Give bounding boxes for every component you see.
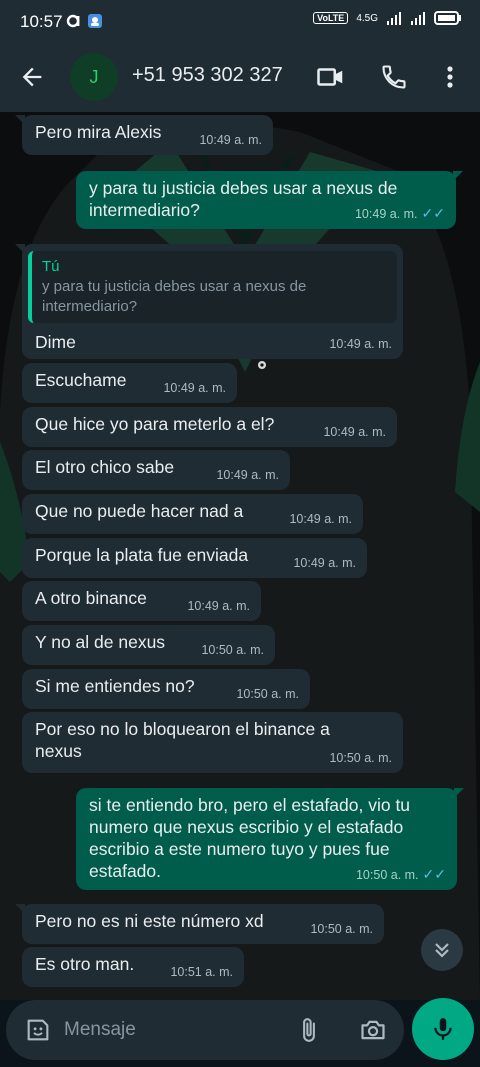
message-text: El otro chico sabe <box>35 457 175 477</box>
message-text: Por eso no lo bloquearon el binance a ne… <box>35 719 330 761</box>
message-text: Porque la plata fue enviada <box>35 545 249 565</box>
message-text: Si me entiendes no? <box>35 676 195 696</box>
message-outgoing[interactable]: y para tu justicia debes usar a nexus de… <box>76 171 463 229</box>
status-time: 10:57 <box>20 12 63 31</box>
bubble-tail <box>15 244 25 254</box>
read-receipt-icon: ✓✓ <box>421 205 445 221</box>
message-time: 10:50 a. m. <box>329 751 392 765</box>
bubble-tail <box>454 788 464 798</box>
volte-badge: VoLTE <box>313 12 349 24</box>
scroll-down-icon <box>435 943 449 958</box>
message-incoming[interactable]: Pero no es ni este número xd 10:50 a. m. <box>15 904 384 944</box>
message-time: 10:49 a. m. <box>293 556 356 570</box>
message-incoming[interactable]: Que hice yo para meterlo a el? 10:49 a. … <box>22 407 397 447</box>
message-incoming[interactable]: Que no puede hacer nad a 10:49 a. m. <box>22 494 363 534</box>
bubble-tail <box>453 171 463 181</box>
message-time: 10:50 a. m. <box>236 687 299 701</box>
emoji-sticker-icon[interactable] <box>24 1016 52 1044</box>
message-incoming-reply[interactable]: Tú y para tu justicia debes usar a nexus… <box>15 244 403 359</box>
back-arrow-icon[interactable] <box>18 63 46 91</box>
attach-icon[interactable] <box>296 1016 322 1044</box>
message-incoming[interactable]: El otro chico sabe 10:49 a. m. <box>22 450 290 490</box>
message-time: 10:49 a. m. <box>216 468 279 482</box>
bubble-tail <box>15 115 25 125</box>
message-incoming[interactable]: Pero mira Alexis 10:49 a. m. <box>15 115 273 155</box>
message-text: Y no al de nexus <box>35 632 166 652</box>
message-incoming[interactable]: Escuchame 10:49 a. m. <box>22 363 237 403</box>
composer-bar: Mensaje <box>0 998 480 1067</box>
message-text: Pero mira Alexis <box>35 122 162 142</box>
message-incoming[interactable]: Porque la plata fue enviada 10:49 a. m. <box>22 538 367 578</box>
message-text: Que no puede hacer nad a <box>35 501 244 521</box>
message-text: A otro binance <box>35 588 147 608</box>
camera-icon[interactable] <box>358 1016 388 1044</box>
message-incoming[interactable]: Y no al de nexus 10:50 a. m. <box>22 625 275 665</box>
message-meta: 10:50 a. m. ✓✓ <box>356 863 446 886</box>
status-system-icons: VoLTE 4.5G <box>313 11 462 25</box>
message-text: Que hice yo para meterlo a el? <box>35 414 275 434</box>
network-type-label: 4.5G <box>356 12 378 24</box>
message-time: 10:49 a. m. <box>187 599 250 613</box>
message-text: Dime <box>35 332 76 352</box>
mic-icon <box>434 1018 452 1040</box>
message-text: Escuchame <box>35 370 127 390</box>
contact-name[interactable]: +51 953 302 327 <box>132 64 283 87</box>
status-bar: 10:57 VoLTE 4.5G <box>0 0 480 44</box>
signal-icon <box>387 12 401 25</box>
message-input[interactable]: Mensaje <box>6 1000 404 1060</box>
read-receipt-icon: ✓✓ <box>422 866 446 882</box>
message-placeholder: Mensaje <box>64 1019 136 1040</box>
notification-app-icon <box>88 14 102 28</box>
video-call-icon[interactable] <box>316 62 346 92</box>
message-time: 10:49 a. m. <box>329 337 392 351</box>
message-incoming[interactable]: A otro binance 10:49 a. m. <box>22 581 261 621</box>
battery-icon <box>434 11 461 25</box>
chat-area[interactable]: Pero mira Alexis 10:49 a. m. y para tu j… <box>0 112 480 1000</box>
message-text: Pero no es ni este número xd <box>35 911 264 931</box>
more-vertical-icon[interactable] <box>440 62 460 92</box>
message-time: 10:49 a. m. <box>354 207 418 221</box>
bubble-tail <box>15 904 25 914</box>
message-time: 10:50 a. m. <box>310 922 373 936</box>
quoted-text: y para tu justicia debes usar a nexus de… <box>42 278 307 315</box>
message-time: 10:49 a. m. <box>323 425 386 439</box>
message-time: 10:50 a. m. <box>201 643 264 657</box>
avatar[interactable]: J <box>70 53 118 101</box>
message-incoming[interactable]: Por eso no lo bloquearon el binance a ne… <box>22 712 403 773</box>
message-text: Es otro man. <box>35 954 135 974</box>
message-time: 10:50 a. m. <box>355 868 419 882</box>
message-meta: 10:49 a. m. ✓✓ <box>355 202 445 225</box>
message-time: 10:49 a. m. <box>199 133 262 147</box>
voice-record-button[interactable] <box>412 998 474 1060</box>
chat-header: J +51 953 302 327 <box>0 44 480 112</box>
quoted-message[interactable]: Tú y para tu justicia debes usar a nexus… <box>28 251 397 323</box>
status-notification-icons <box>66 13 103 29</box>
message-incoming[interactable]: Es otro man. 10:51 a. m. <box>22 947 244 987</box>
message-time: 10:49 a. m. <box>163 381 226 395</box>
signal-2-icon <box>411 12 425 25</box>
message-time: 10:49 a. m. <box>289 512 352 526</box>
message-incoming[interactable]: Si me entiendes no? 10:50 a. m. <box>22 669 310 709</box>
scroll-down-button[interactable] <box>421 929 463 971</box>
message-outgoing[interactable]: si te entiendo bro, pero el estafado, vi… <box>76 788 464 890</box>
quoted-author: Tú <box>42 258 60 275</box>
message-text: y para tu justicia debes usar a nexus de… <box>89 178 398 220</box>
message-time: 10:51 a. m. <box>170 965 233 979</box>
phone-icon[interactable] <box>380 62 408 92</box>
notification-a-icon <box>66 14 80 28</box>
